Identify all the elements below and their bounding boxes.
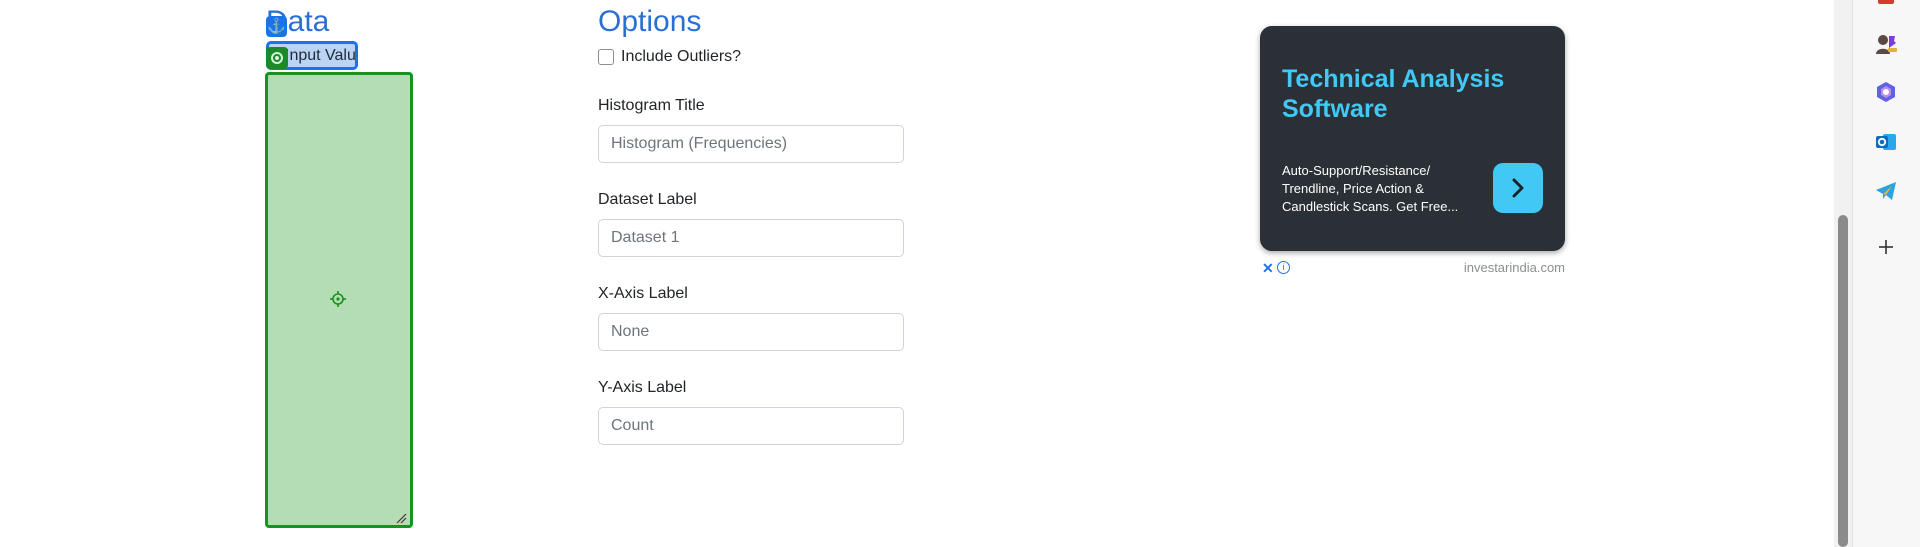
ad-info-icon[interactable]: i <box>1277 261 1290 274</box>
telegram-icon[interactable] <box>1870 175 1902 207</box>
options-heading: Options <box>598 5 702 38</box>
y-axis-label-input[interactable] <box>598 407 904 445</box>
ad-arrow-button[interactable] <box>1493 163 1543 213</box>
y-axis-label-label: Y-Axis Label <box>598 379 687 396</box>
anchor-icon: ⚓ <box>266 16 287 37</box>
crosshair-icon <box>330 291 346 307</box>
resize-handle-icon[interactable] <box>395 512 407 524</box>
chevron-right-icon <box>1512 178 1524 198</box>
person-chess-icon[interactable] <box>1870 28 1902 60</box>
histogram-title-label: Histogram Title <box>598 97 705 114</box>
ad-body: Auto-Support/Resistance/ Trendline, Pric… <box>1282 163 1459 214</box>
ad-card[interactable]: Technical Analysis Software Auto-Support… <box>1260 26 1565 251</box>
x-axis-label-label: X-Axis Label <box>598 285 688 302</box>
include-outliers-label: Include Outliers? <box>621 48 742 65</box>
include-outliers-checkbox[interactable] <box>598 49 614 65</box>
ad-title[interactable]: Technical Analysis Software <box>1282 64 1542 124</box>
dataset-label-input[interactable] <box>598 219 904 257</box>
ad-domain[interactable]: investarindia.com <box>1400 260 1565 275</box>
outlook-icon[interactable] <box>1870 126 1902 158</box>
page-scrollbar-thumb[interactable] <box>1838 215 1848 547</box>
add-icon[interactable] <box>1870 231 1902 263</box>
target-icon <box>266 47 288 69</box>
include-outliers-row[interactable]: Include Outliers? <box>598 48 741 66</box>
ad-close-icon[interactable]: ✕ <box>1262 260 1274 277</box>
copilot-icon[interactable] <box>1870 76 1902 108</box>
sidebar-top-icon[interactable] <box>1878 0 1894 4</box>
histogram-title-input[interactable] <box>598 125 904 163</box>
dataset-label-label: Dataset Label <box>598 191 697 208</box>
x-axis-label-input[interactable] <box>598 313 904 351</box>
